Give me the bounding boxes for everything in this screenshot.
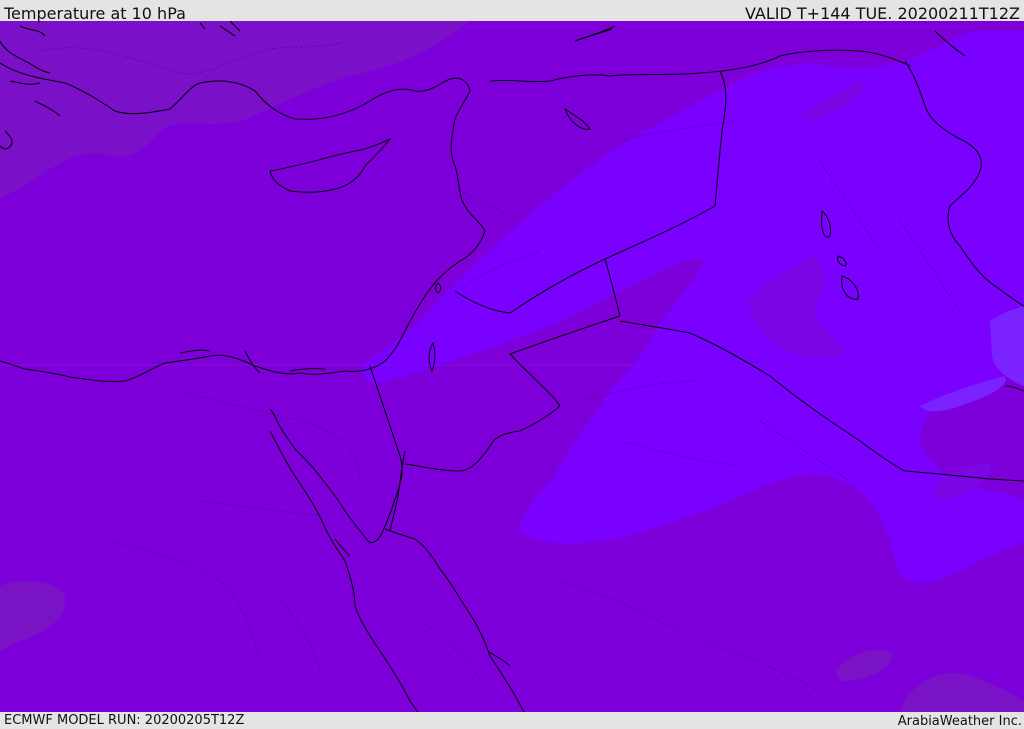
model-run-label: ECMWF MODEL RUN: 20200205T12Z [4,713,245,728]
map-page: Temperature at 10 hPa VALID T+144 TUE. 2… [0,0,1024,729]
temperature-map[interactable] [0,21,1024,712]
map-canvas [0,21,1024,712]
map-title: Temperature at 10 hPa [4,4,186,23]
valid-time-label: VALID T+144 TUE. 20200211T12Z [744,4,1020,23]
credit-label: ArabiaWeather Inc. [897,714,1022,729]
